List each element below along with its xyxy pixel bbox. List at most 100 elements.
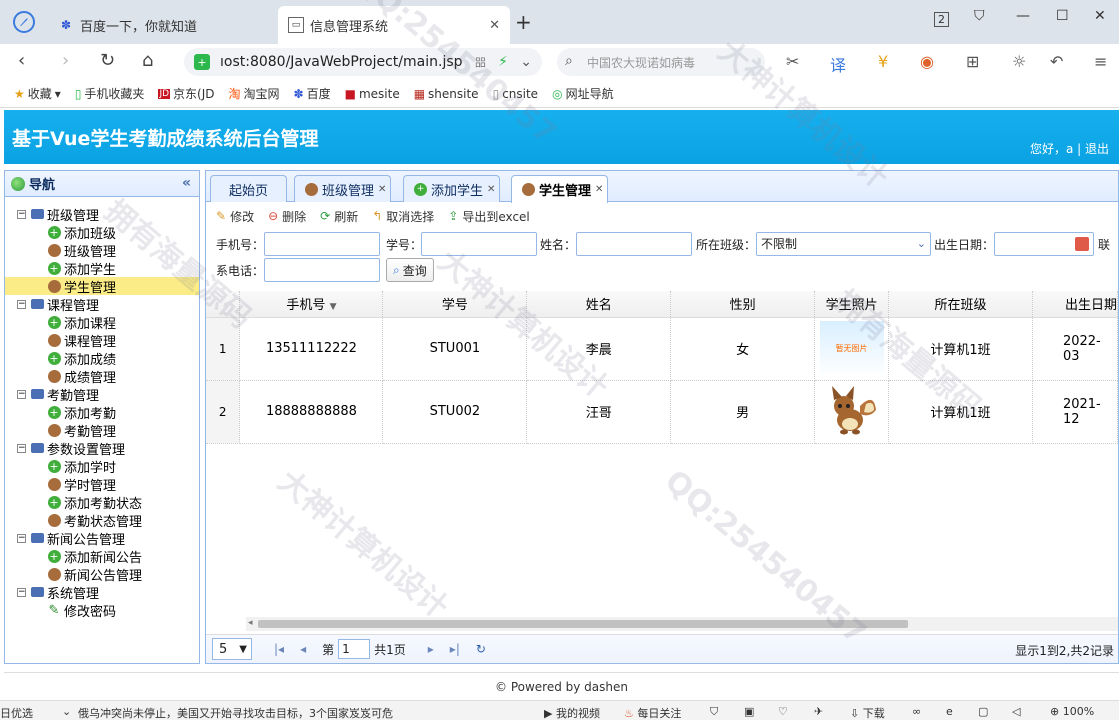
minimize-icon[interactable]: — <box>1016 8 1030 24</box>
collapse-toggle-icon[interactable]: − <box>17 587 26 597</box>
back-icon[interactable]: ‹ <box>18 50 25 71</box>
tree-leaf[interactable]: + 添加考勤 <box>5 403 199 422</box>
new-tab-icon[interactable]: + <box>515 10 532 34</box>
bookmark-item[interactable]: ■ mesite <box>345 87 400 101</box>
bookmark-item[interactable]: ▯ 手机收藏夹 <box>75 85 145 102</box>
edit-button[interactable]: ✎ 修改 <box>216 208 254 225</box>
image-icon[interactable]: ▣ <box>744 705 754 718</box>
maximize-icon[interactable]: ☐ <box>1056 8 1069 24</box>
birth-date-input[interactable] <box>994 232 1094 256</box>
tab-student-manage[interactable]: 学生管理 ✕ <box>511 175 609 203</box>
home-icon[interactable]: ⌂ <box>142 50 153 71</box>
collapse-toggle-icon[interactable]: − <box>17 389 26 399</box>
contact-input[interactable] <box>264 258 380 282</box>
first-page-icon[interactable]: |◂ <box>274 642 284 656</box>
chevron-double-icon[interactable]: ⌄ <box>62 705 71 718</box>
bookmark-item[interactable]: JD 京东(JD <box>158 85 215 102</box>
menu-icon[interactable]: ≡ <box>1094 52 1107 71</box>
tree-group[interactable]: − 新闻公告管理 <box>5 529 199 548</box>
table-row[interactable]: 1 13511112222 STU001 李晨 女 暂无图片 计算机1班 202… <box>206 317 1118 381</box>
tree-leaf[interactable]: ✎ 修改密码 <box>5 601 199 620</box>
export-excel-button[interactable]: ⇪ 导出到excel <box>448 208 529 225</box>
news-ticker[interactable]: 俄乌冲突尚未停止，美国又开始寻找攻击目标，3个国家岌岌可危 <box>78 705 393 720</box>
ie-icon[interactable]: e <box>946 705 953 718</box>
browser-logo-icon[interactable] <box>12 10 36 39</box>
bookmark-item[interactable]: ▯ cnsite <box>493 87 539 101</box>
tab-home[interactable]: 起始页 <box>210 175 288 202</box>
tree-leaf[interactable]: + 添加成绩 <box>5 349 199 368</box>
brightness-icon[interactable]: ☼ <box>1012 52 1026 71</box>
table-row[interactable]: 2 18888888888 STU002 汪哥 男 计算机1班 2021-12 <box>206 380 1118 444</box>
shield-icon[interactable]: ⛉ <box>710 705 718 719</box>
delete-button[interactable]: ⊖ 删除 <box>268 208 306 225</box>
tree-leaf[interactable]: 学时管理 <box>5 475 199 494</box>
column-header[interactable]: 姓名 <box>526 291 672 318</box>
scrollbar-thumb[interactable] <box>258 620 908 628</box>
query-button[interactable]: ⌕ 查询 <box>386 258 434 282</box>
collapse-icon[interactable]: « <box>182 175 191 191</box>
tree-leaf[interactable]: 课程管理 <box>5 331 199 350</box>
collapse-toggle-icon[interactable]: − <box>17 299 26 309</box>
close-tab-icon[interactable]: ✕ <box>378 184 386 195</box>
tree-leaf[interactable]: 考勤状态管理 <box>5 511 199 530</box>
tree-group[interactable]: − 课程管理 <box>5 295 199 314</box>
logout-link[interactable]: 退出 <box>1085 142 1109 156</box>
undo-icon[interactable]: ↶ <box>1050 52 1063 71</box>
refresh-page-icon[interactable]: ↻ <box>476 642 486 656</box>
tree-leaf[interactable]: 成绩管理 <box>5 367 199 386</box>
zoom-control[interactable]: ⊕ 100% <box>1050 705 1094 718</box>
plane-icon[interactable]: ✈ <box>814 705 823 718</box>
stuno-input[interactable] <box>421 232 537 256</box>
column-header[interactable]: 学生照片 <box>814 291 890 318</box>
video-link[interactable]: ▶ 我的视频 <box>544 705 600 720</box>
search-input[interactable]: ⌕ 中国农大现诺如病毒 <box>557 48 765 76</box>
tree-leaf[interactable]: 学生管理 <box>5 277 199 296</box>
heart-icon[interactable]: ♡ <box>778 705 788 718</box>
close-tab-icon[interactable]: ✕ <box>595 184 603 195</box>
status-left-text[interactable]: 日优选 <box>0 705 33 720</box>
refresh-button[interactable]: ⟳ 刷新 <box>320 208 358 225</box>
coupon-icon[interactable]: ¥ <box>878 52 888 71</box>
forward-icon[interactable]: › <box>62 50 69 71</box>
tree-leaf[interactable]: + 添加班级 <box>5 223 199 242</box>
page-number-input[interactable]: 1 <box>338 639 371 659</box>
tab-class-manage[interactable]: 班级管理 ✕ <box>294 175 392 202</box>
calendar-icon[interactable] <box>1075 237 1089 251</box>
browser-tab-active[interactable]: ▭ 信息管理系统 ✕ <box>278 6 510 44</box>
download-link[interactable]: ⇩ 下载 <box>850 705 885 720</box>
name-input[interactable] <box>576 232 692 256</box>
browser-tab-baidu[interactable]: ✽ 百度一下，你就知道 <box>48 6 276 44</box>
collapse-toggle-icon[interactable]: − <box>17 533 26 543</box>
tree-leaf[interactable]: + 添加学时 <box>5 457 199 476</box>
bookmark-item[interactable]: ✽ 百度 <box>294 85 331 102</box>
phone-input[interactable] <box>264 232 380 256</box>
close-tab-icon[interactable]: ✕ <box>489 18 500 33</box>
prev-page-icon[interactable]: ◂ <box>300 642 306 656</box>
scissors-icon[interactable]: ✂ <box>786 52 799 71</box>
tree-group[interactable]: − 系统管理 <box>5 583 199 602</box>
next-page-icon[interactable]: ▸ <box>428 642 434 656</box>
shirt-icon[interactable]: ⛉ <box>974 8 985 24</box>
column-header[interactable]: 所在班级 <box>888 291 1033 318</box>
unselect-button[interactable]: ↰ 取消选择 <box>372 208 434 225</box>
class-select[interactable]: 不限制 ⌄ <box>756 232 931 256</box>
bookmark-item[interactable]: ▦ shensite <box>414 87 479 101</box>
tab-add-student[interactable]: + 添加学生 ✕ <box>403 175 501 202</box>
horizontal-scrollbar[interactable]: ◂ <box>246 617 1118 631</box>
translate-icon[interactable]: 译 <box>830 52 846 76</box>
reload-icon[interactable]: ↻ <box>100 50 115 71</box>
column-header[interactable]: 手机号 ▼ <box>239 291 384 318</box>
tree-leaf[interactable]: + 添加课程 <box>5 313 199 332</box>
collapse-toggle-icon[interactable]: − <box>17 209 26 219</box>
page-size-select[interactable]: 5 ▼ <box>212 638 252 660</box>
tree-leaf[interactable]: 新闻公告管理 <box>5 565 199 584</box>
reader-icon[interactable]: 㗊 <box>475 54 486 70</box>
address-bar[interactable]: + ıost:8080/JavaWebProject/main.jsp 㗊 ⚡ … <box>184 48 542 76</box>
tree-leaf[interactable]: + 添加新闻公告 <box>5 547 199 566</box>
close-tab-icon[interactable]: ✕ <box>487 184 495 195</box>
tree-group[interactable]: − 考勤管理 <box>5 385 199 404</box>
chevron-down-icon[interactable]: ⌄ <box>520 54 532 70</box>
speaker-icon[interactable]: ◁ <box>1012 705 1020 718</box>
collapse-toggle-icon[interactable]: − <box>17 443 26 453</box>
tab-count-badge[interactable]: 2 <box>934 12 949 27</box>
